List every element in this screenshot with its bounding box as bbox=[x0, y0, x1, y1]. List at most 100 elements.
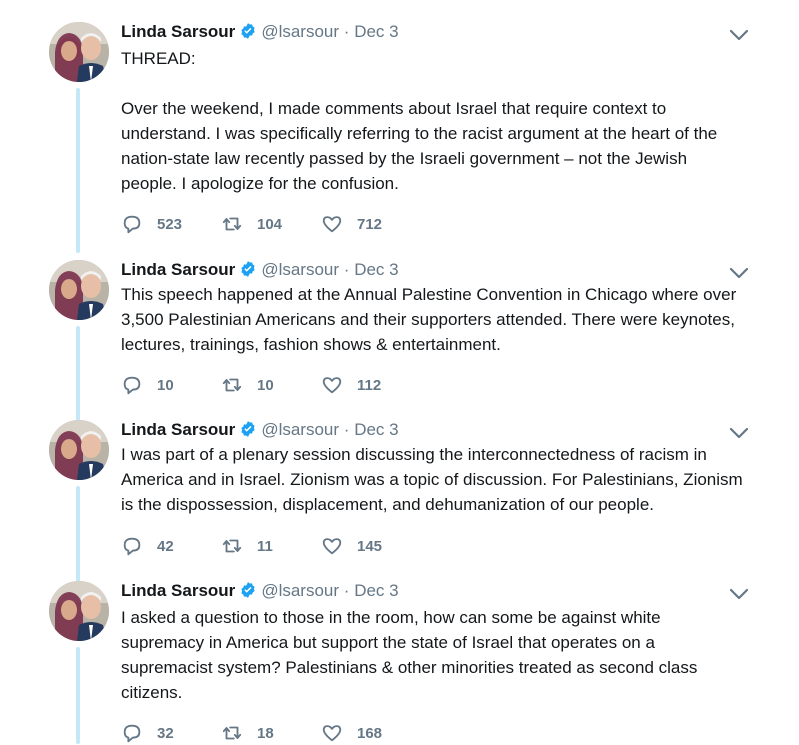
verified-badge-icon bbox=[241, 421, 255, 437]
reply-icon bbox=[123, 537, 141, 556]
tweet-thread: Linda Sarsour @lsarsour · Dec 3 THREAD: O… bbox=[0, 0, 799, 744]
tweet-actions: 42 11 145 bbox=[121, 534, 421, 558]
tweet-actions: 523 104 712 bbox=[121, 212, 421, 236]
reply-button[interactable]: 32 bbox=[121, 722, 221, 744]
tweet-text-line: supremacy in America but support the sta… bbox=[121, 633, 655, 652]
tweet-actions: 10 10 112 bbox=[121, 373, 421, 397]
like-count: 168 bbox=[357, 724, 383, 742]
heart-icon bbox=[322, 538, 342, 555]
tweet-text-line: 3,500 Palestinian Americans and their su… bbox=[121, 310, 735, 329]
tweet-text-line: people. I apologize for the confusion. bbox=[121, 174, 399, 193]
retweet-button[interactable]: 18 bbox=[221, 722, 321, 744]
thread-connector bbox=[76, 647, 80, 744]
thread-connector bbox=[76, 486, 80, 582]
tweet-text-line: Over the weekend, I made comments about … bbox=[121, 99, 667, 118]
avatar[interactable] bbox=[49, 581, 109, 641]
avatar[interactable] bbox=[49, 22, 109, 82]
tweet-date[interactable]: Dec 3 bbox=[354, 22, 398, 41]
separator-dot: · bbox=[343, 420, 350, 439]
heart-icon bbox=[322, 725, 342, 742]
tweet-date[interactable]: Dec 3 bbox=[354, 581, 398, 600]
tweet-text-line: is the dispossession, displacement, and … bbox=[121, 495, 655, 514]
reply-button[interactable]: 523 bbox=[121, 213, 221, 235]
reply-count: 32 bbox=[157, 724, 174, 742]
reply-button[interactable]: 42 bbox=[121, 535, 221, 557]
tweet[interactable]: Linda Sarsour @lsarsour · Dec 3 THREAD: O… bbox=[0, 0, 799, 258]
avatar[interactable] bbox=[49, 420, 109, 480]
separator-dot: · bbox=[343, 260, 350, 279]
like-button[interactable]: 168 bbox=[321, 722, 421, 744]
display-name[interactable]: Linda Sarsour bbox=[121, 260, 235, 279]
tweet[interactable]: Linda Sarsour @lsarsour · Dec 3 I asked a… bbox=[0, 581, 799, 744]
tweet[interactable]: Linda Sarsour @lsarsour · Dec 3 This spee… bbox=[0, 258, 799, 421]
tweet[interactable]: Linda Sarsour @lsarsour · Dec 3 I was par… bbox=[0, 420, 799, 582]
heart-icon bbox=[322, 377, 342, 394]
tweet-text-line: supremacist system? Palestinians & other… bbox=[121, 658, 698, 677]
retweet-count: 10 bbox=[257, 376, 274, 394]
retweet-icon bbox=[222, 539, 242, 553]
tweet-header: Linda Sarsour @lsarsour · Dec 3 bbox=[121, 22, 399, 42]
tweet-date[interactable]: Dec 3 bbox=[354, 420, 398, 439]
user-handle[interactable]: @lsarsour bbox=[261, 581, 339, 600]
like-count: 712 bbox=[357, 215, 383, 233]
like-count: 145 bbox=[357, 537, 383, 555]
reply-count: 10 bbox=[157, 376, 174, 394]
reply-icon bbox=[123, 376, 141, 395]
tweet-actions: 32 18 168 bbox=[121, 721, 421, 745]
avatar-image bbox=[49, 260, 109, 320]
retweet-icon bbox=[222, 378, 242, 392]
tweet-text-line: I asked a question to those in the room,… bbox=[121, 608, 661, 627]
verified-badge-icon bbox=[241, 261, 255, 277]
heart-icon bbox=[322, 216, 342, 233]
chevron-down-icon[interactable] bbox=[729, 426, 749, 440]
retweet-count: 18 bbox=[257, 724, 274, 742]
tweet-text-line: I was part of a plenary session discussi… bbox=[121, 445, 707, 464]
like-button[interactable]: 712 bbox=[321, 213, 421, 235]
chevron-down-icon[interactable] bbox=[729, 28, 749, 42]
verified-badge-icon bbox=[241, 23, 255, 39]
tweet-text-line: This speech happened at the Annual Pales… bbox=[121, 285, 737, 304]
thread-connector bbox=[76, 326, 80, 421]
user-handle[interactable]: @lsarsour bbox=[261, 22, 339, 41]
avatar[interactable] bbox=[49, 260, 109, 320]
chevron-down-icon[interactable] bbox=[729, 266, 749, 280]
tweet-text-line bbox=[121, 71, 761, 96]
display-name[interactable]: Linda Sarsour bbox=[121, 22, 235, 41]
like-button[interactable]: 112 bbox=[321, 374, 421, 396]
tweet-text: This speech happened at the Annual Pales… bbox=[121, 282, 761, 357]
retweet-icon bbox=[222, 217, 242, 231]
retweet-button[interactable]: 10 bbox=[221, 374, 321, 396]
like-button[interactable]: 145 bbox=[321, 535, 421, 557]
tweet-text: THREAD: Over the weekend, I made comment… bbox=[121, 46, 761, 196]
reply-icon bbox=[123, 724, 141, 743]
tweet-header: Linda Sarsour @lsarsour · Dec 3 bbox=[121, 581, 399, 601]
tweet-date[interactable]: Dec 3 bbox=[354, 260, 398, 279]
tweet-text-line: understand. I was specifically referring… bbox=[121, 124, 718, 143]
reply-count: 523 bbox=[157, 215, 183, 233]
retweet-button[interactable]: 104 bbox=[221, 213, 321, 235]
tweet-text-line: America and in Israel. Zionism was a top… bbox=[121, 470, 743, 489]
like-count: 112 bbox=[357, 376, 382, 394]
separator-dot: · bbox=[343, 22, 350, 41]
tweet-text-line: citizens. bbox=[121, 683, 183, 702]
user-handle[interactable]: @lsarsour bbox=[261, 260, 339, 279]
avatar-image bbox=[49, 22, 109, 82]
display-name[interactable]: Linda Sarsour bbox=[121, 581, 235, 600]
retweet-icon bbox=[222, 726, 242, 740]
reply-icon bbox=[123, 215, 141, 234]
tweet-text: I asked a question to those in the room,… bbox=[121, 605, 761, 705]
tweet-header: Linda Sarsour @lsarsour · Dec 3 bbox=[121, 420, 399, 440]
avatar-image bbox=[49, 581, 109, 641]
tweet-text: I was part of a plenary session discussi… bbox=[121, 442, 761, 517]
retweet-button[interactable]: 11 bbox=[221, 535, 321, 557]
tweet-text-line: lectures, trainings, fashion shows & ent… bbox=[121, 335, 501, 354]
user-handle[interactable]: @lsarsour bbox=[261, 420, 339, 439]
tweet-text-line: nation-state law recently passed by the … bbox=[121, 149, 688, 168]
reply-button[interactable]: 10 bbox=[121, 374, 221, 396]
display-name[interactable]: Linda Sarsour bbox=[121, 420, 235, 439]
thread-connector bbox=[76, 88, 80, 253]
reply-count: 42 bbox=[157, 537, 174, 555]
chevron-down-icon[interactable] bbox=[729, 587, 749, 601]
separator-dot: · bbox=[343, 581, 350, 600]
retweet-count: 11 bbox=[257, 537, 273, 555]
